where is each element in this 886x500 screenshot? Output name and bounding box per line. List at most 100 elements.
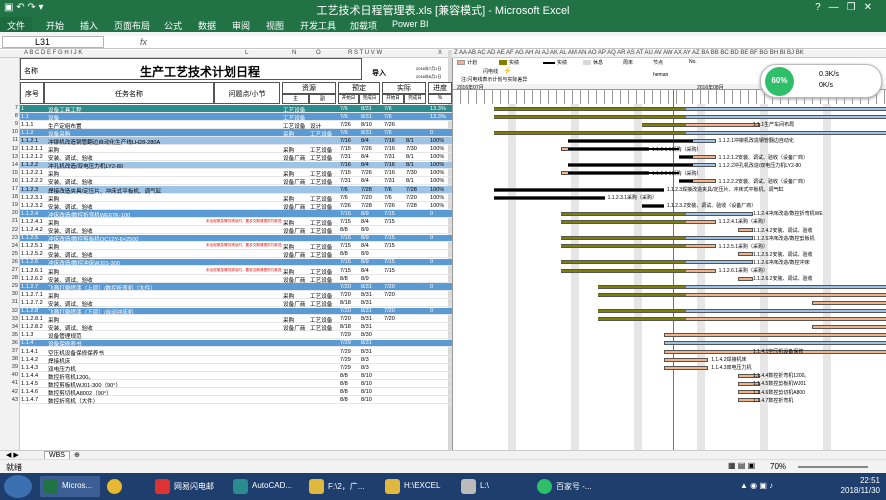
row-number[interactable]: 8: [0, 113, 20, 119]
row-seq[interactable]: 1.1.2.8: [21, 308, 38, 314]
row-seq[interactable]: 1.1.2.6.1: [21, 268, 43, 274]
row-number[interactable]: 17: [0, 186, 20, 192]
table-row[interactable]: 1.1.2 设备采购 采购 工艺设备 7/6 8/31 7/6 0: [20, 129, 452, 138]
row-planned-end[interactable]: 8/4: [361, 268, 369, 274]
row-planned-end[interactable]: 8/9: [361, 227, 369, 233]
row-planned-end[interactable]: 8/3: [361, 357, 369, 363]
row-seq[interactable]: 1: [21, 106, 24, 112]
row-planned-end[interactable]: 8/31: [361, 130, 372, 136]
row-actual-start[interactable]: 7/6: [384, 114, 392, 120]
row-number[interactable]: 9: [0, 121, 20, 127]
table-row[interactable]: 1.1.4.6 数控剪切机A8002（90°） 8/8 8/10: [20, 389, 452, 397]
row-planned-start[interactable]: 7/6: [340, 106, 348, 112]
row-actual-end[interactable]: 7/20: [406, 195, 417, 201]
row-seq[interactable]: 1.1.2.4.1: [21, 219, 43, 225]
row-actual-start[interactable]: 7/26: [384, 122, 395, 128]
actual-bar[interactable]: [560, 245, 686, 248]
row-seq[interactable]: 1.1.3: [21, 332, 33, 338]
name-box[interactable]: L31: [2, 36, 104, 48]
row-planned-end[interactable]: 8/9: [361, 211, 369, 217]
taskbar-autocad[interactable]: AutoCAD...: [230, 476, 302, 497]
row-number[interactable]: 10: [0, 129, 20, 135]
row-number[interactable]: 26: [0, 259, 20, 265]
row-planned-end[interactable]: 8/10: [361, 373, 372, 379]
row-planned-end[interactable]: 8/4: [361, 178, 369, 184]
row-planned-end[interactable]: 8/9: [361, 259, 369, 265]
column-headers[interactable]: A B C D E F G H I J K L N O R S T U V W …: [0, 50, 886, 58]
table-row[interactable]: 1.1.1 生产定组布置 工艺设备 设计 7/26 8/10 7/26: [20, 121, 452, 130]
actual-bar[interactable]: [494, 188, 664, 191]
row-actual-start[interactable]: 7/6: [384, 106, 392, 112]
plan-bar[interactable]: [664, 357, 709, 362]
row-planned-start[interactable]: 8/8: [340, 381, 348, 387]
table-row[interactable]: 1.1.4.3 双电压力机 7/29 8/3: [20, 364, 452, 373]
actual-bar[interactable]: [597, 310, 686, 312]
row-progress[interactable]: 0: [430, 308, 433, 314]
tab-data[interactable]: 数据: [198, 19, 216, 32]
row-number[interactable]: 33: [0, 316, 20, 322]
row-seq[interactable]: 1.1.2.7.1: [21, 292, 43, 298]
row-progress[interactable]: 100%: [430, 195, 444, 201]
row-progress[interactable]: 100%: [430, 138, 444, 144]
row-planned-start[interactable]: 7/6: [340, 187, 348, 193]
row-planned-start[interactable]: 7/29: [340, 340, 351, 346]
row-number[interactable]: 12: [0, 146, 20, 152]
row-number[interactable]: 16: [0, 178, 20, 184]
tab-formulas[interactable]: 公式: [164, 19, 182, 32]
row-planned-start[interactable]: 7/15: [340, 235, 351, 241]
row-number[interactable]: 36: [0, 340, 20, 346]
table-row[interactable]: 1.1.2.6 冲床改造/数控冲床WJ01-300 7/15 8/9 7/15 0: [20, 258, 452, 267]
table-row[interactable]: 1.1.2.5.2 安装、调试、验收 设备厂商 工艺设备 8/8 8/9: [20, 251, 452, 259]
row-seq[interactable]: 1.1.2.2.2: [21, 178, 43, 184]
row-progress[interactable]: 13.3%: [430, 114, 446, 120]
row-planned-end[interactable]: 7/26: [361, 170, 372, 176]
row-seq[interactable]: 1.1.2.6.2: [21, 276, 43, 282]
row-actual-start[interactable]: 7/20: [384, 316, 395, 322]
row-planned-start[interactable]: 7/29: [340, 365, 351, 371]
row-planned-end[interactable]: 8/31: [361, 106, 372, 112]
row-number[interactable]: 37: [0, 348, 20, 354]
row-seq[interactable]: 1.1.2.8.1: [21, 316, 43, 322]
row-planned-start[interactable]: 7/20: [340, 316, 351, 322]
row-actual-start[interactable]: 7/16: [384, 162, 395, 168]
table-row[interactable]: 1.1.2.4 冲床改造/数控折弯机WE67K-100 7/15 8/9 7/15 0: [20, 210, 452, 219]
row-planned-end[interactable]: 8/30: [361, 332, 372, 338]
row-seq[interactable]: 1.1.4.2: [21, 357, 38, 363]
row-number[interactable]: 29: [0, 283, 20, 289]
plan-bar[interactable]: [738, 228, 753, 232]
row-seq[interactable]: 1.1.4.3: [21, 365, 38, 371]
row-actual-start[interactable]: 7/16: [384, 146, 395, 152]
row-actual-start[interactable]: 7/20: [384, 308, 395, 314]
row-progress[interactable]: 0: [430, 235, 433, 241]
row-actual-start[interactable]: 7/15: [384, 259, 395, 265]
row-planned-end[interactable]: 8/3: [361, 365, 369, 371]
row-planned-start[interactable]: 7/16: [340, 138, 351, 144]
row-number[interactable]: 11: [0, 137, 20, 143]
row-actual-end[interactable]: 7/30: [406, 146, 417, 152]
taskbar-drive-l[interactable]: L:\: [458, 476, 530, 497]
row-actual-end[interactable]: 8/1: [406, 154, 414, 160]
help-icon[interactable]: ?: [815, 2, 829, 13]
row-planned-start[interactable]: 7/29: [340, 332, 351, 338]
row-seq[interactable]: 1.1: [21, 114, 29, 120]
view-buttons[interactable]: ▦ ▤ ▣: [728, 461, 755, 470]
row-note[interactable]: 未出现紧急情况请及时，要求交期请提供付款进度: [206, 243, 282, 248]
row-planned-end[interactable]: 8/9: [361, 235, 369, 241]
row-actual-end[interactable]: 7/28: [406, 203, 417, 209]
table-row[interactable]: 1.1.4.4 数控折弯机1200。 8/8 8/10: [20, 372, 452, 381]
row-number[interactable]: 39: [0, 364, 20, 370]
table-row[interactable]: 1.1.2.2.1 采购 采购 工艺设备 7/15 7/26 7/16 7/30 100%: [20, 170, 452, 178]
row-progress[interactable]: 0: [430, 211, 433, 217]
tab-home[interactable]: 开始: [46, 19, 64, 32]
taskbar-baijiahao[interactable]: 百家号 -...: [534, 476, 610, 497]
actual-bar[interactable]: [560, 237, 686, 240]
start-button[interactable]: [4, 475, 32, 498]
table-row[interactable]: 1.1.4.1 空压机设备保修保养书 7/29 8/31: [20, 348, 452, 357]
actual-bar[interactable]: [597, 293, 686, 296]
row-progress[interactable]: 13.3%: [430, 106, 446, 112]
taskbar-folder-f[interactable]: F:\2，广...: [306, 476, 378, 497]
actual-bar[interactable]: [560, 269, 686, 272]
close-button[interactable]: ✕: [864, 2, 880, 13]
row-planned-end[interactable]: 7/28: [361, 187, 372, 193]
row-number[interactable]: 18: [0, 194, 20, 200]
